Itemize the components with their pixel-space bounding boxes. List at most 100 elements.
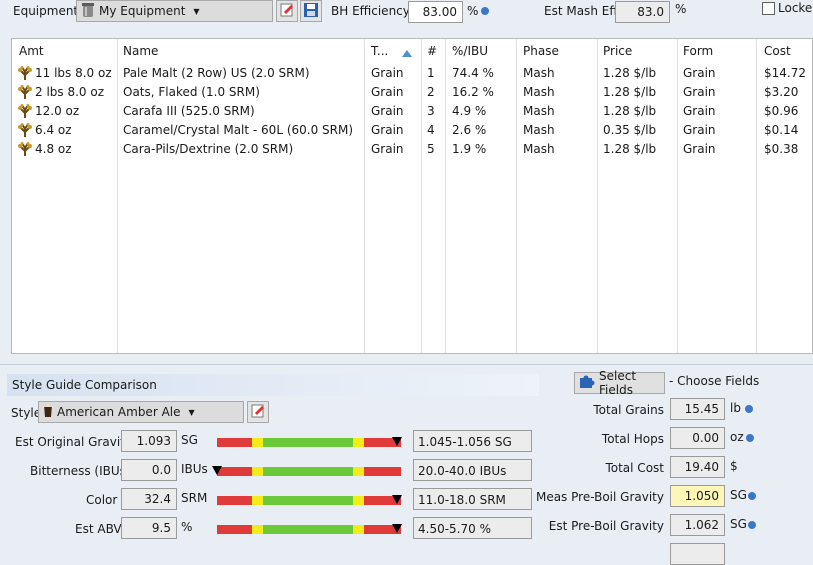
field-label: Meas Pre-Boil Gravity	[535, 490, 664, 504]
header-price[interactable]: Price	[603, 44, 632, 58]
bh-efficiency-label: BH Efficiency	[331, 4, 410, 18]
field-value: 19.40	[670, 456, 725, 478]
bh-efficiency-input[interactable]: 83.00	[408, 1, 463, 23]
table-row[interactable]: 2 lbs 8.0 oz Oats, Flaked (1.0 SRM) Grai…	[12, 83, 812, 102]
edit-icon	[279, 2, 295, 21]
style-guide-header: Style Guide Comparison	[7, 374, 539, 396]
metric-range: 20.0-40.0 IBUs	[413, 459, 532, 481]
choose-fields-link[interactable]: - Choose Fields	[669, 374, 759, 388]
cell-cost: $0.96	[764, 104, 799, 118]
field-value: 0.00	[670, 427, 725, 449]
grid-header: Amt Name T... # %/IBU Phase Price Form C…	[12, 39, 812, 61]
grain-icon	[17, 66, 33, 81]
field-unit: SG	[730, 488, 747, 502]
bh-efficiency-unit: %	[467, 4, 479, 18]
range-bar-segment	[263, 496, 354, 505]
range-bar-segment	[353, 438, 365, 447]
header-percent-ibu[interactable]: %/IBU	[452, 44, 488, 58]
style-value: American Amber Ale	[57, 405, 181, 419]
sort-ascending-icon	[402, 46, 412, 60]
cell-number: 5	[427, 142, 435, 156]
beer-glass-icon	[43, 404, 53, 421]
est-mash-eff-label: Est Mash Eff	[544, 4, 618, 18]
cell-price: 1.28 $/lb	[603, 85, 657, 99]
cell-percent: 4.9 %	[452, 104, 487, 118]
cell-phase: Mash	[523, 66, 555, 80]
field-value[interactable]: 1.050	[670, 485, 725, 507]
locked-checkbox[interactable]	[762, 2, 775, 15]
table-row[interactable]: 6.4 oz Caramel/Crystal Malt - 60L (60.0 …	[12, 121, 812, 140]
range-bar-segment	[353, 496, 365, 505]
range-bar-segment	[364, 467, 401, 476]
info-dot-icon[interactable]	[748, 521, 756, 529]
metric-label: Color	[86, 493, 118, 507]
est-mash-eff-value: 83.0	[615, 1, 670, 23]
edit-style-button[interactable]	[247, 401, 269, 423]
range-bar-segment	[263, 525, 354, 534]
cell-amt: 11 lbs 8.0 oz	[35, 66, 112, 80]
table-row[interactable]: 4.8 oz Cara-Pils/Dextrine (2.0 SRM) Grai…	[12, 140, 812, 159]
range-bar-segment	[217, 467, 252, 476]
metric-range: 1.045-1.056 SG	[413, 430, 532, 452]
field-unit: $	[730, 459, 738, 473]
value-marker-icon	[392, 437, 403, 446]
cell-form: Grain	[683, 66, 716, 80]
info-dot-icon[interactable]	[746, 434, 754, 442]
style-dropdown[interactable]: American Amber Ale ▼	[38, 401, 244, 423]
locked-label: Locked	[778, 1, 813, 15]
cell-number: 3	[427, 104, 435, 118]
metric-value: 0.0	[121, 459, 177, 481]
cell-name: Cara-Pils/Dextrine (2.0 SRM)	[123, 142, 294, 156]
select-fields-button[interactable]: Select Fields	[574, 369, 665, 397]
cell-amt: 12.0 oz	[35, 104, 80, 118]
metric-value: 32.4	[121, 488, 177, 510]
save-icon	[303, 2, 319, 21]
header-name[interactable]: Name	[123, 44, 158, 58]
range-bar-segment	[251, 496, 263, 505]
info-dot-icon[interactable]	[481, 7, 489, 15]
cell-phase: Mash	[523, 142, 555, 156]
header-number[interactable]: #	[427, 44, 437, 58]
est-mash-eff-unit: %	[675, 2, 687, 16]
metric-label: Bitterness (IBUs)	[30, 464, 131, 478]
range-bar-segment	[217, 525, 252, 534]
cell-percent: 1.9 %	[452, 142, 487, 156]
range-bar-segment	[251, 467, 263, 476]
header-type[interactable]: T...	[371, 44, 388, 58]
cell-price: 1.28 $/lb	[603, 104, 657, 118]
cell-form: Grain	[683, 123, 716, 137]
cell-cost: $3.20	[764, 85, 799, 99]
header-form[interactable]: Form	[683, 44, 713, 58]
header-phase[interactable]: Phase	[523, 44, 559, 58]
range-bar-segment	[251, 525, 263, 534]
range-bar-segment	[263, 467, 354, 476]
cell-price: 1.28 $/lb	[603, 66, 657, 80]
cell-type: Grain	[371, 123, 404, 137]
grain-icon	[17, 85, 33, 100]
cell-name: Oats, Flaked (1.0 SRM)	[123, 85, 260, 99]
header-amt[interactable]: Amt	[19, 44, 44, 58]
metric-unit: IBUs	[181, 462, 208, 476]
cell-type: Grain	[371, 142, 404, 156]
style-label: Style	[11, 406, 42, 420]
equipment-dropdown[interactable]: My Equipment ▼	[76, 0, 273, 22]
cell-phase: Mash	[523, 104, 555, 118]
table-row[interactable]: 11 lbs 8.0 oz Pale Malt (2 Row) US (2.0 …	[12, 64, 812, 83]
range-bar-segment	[217, 496, 252, 505]
cell-amt: 4.8 oz	[35, 142, 72, 156]
cell-form: Grain	[683, 85, 716, 99]
table-row[interactable]: 12.0 oz Carafa III (525.0 SRM) Grain 3 4…	[12, 102, 812, 121]
field-label: Total Hops	[601, 432, 664, 446]
info-dot-icon[interactable]	[748, 492, 756, 500]
equipment-label: Equipment	[13, 4, 79, 18]
header-cost[interactable]: Cost	[764, 44, 791, 58]
field-label: Total Cost	[605, 461, 664, 475]
info-dot-icon[interactable]	[745, 405, 753, 413]
save-equipment-button[interactable]	[300, 0, 322, 22]
field-label: Total Grains	[593, 403, 664, 417]
field-unit: SG	[730, 517, 747, 531]
cell-percent: 74.4 %	[452, 66, 494, 80]
cell-name: Caramel/Crystal Malt - 60L (60.0 SRM)	[123, 123, 354, 137]
edit-equipment-button[interactable]	[276, 0, 298, 22]
cell-number: 1	[427, 66, 435, 80]
